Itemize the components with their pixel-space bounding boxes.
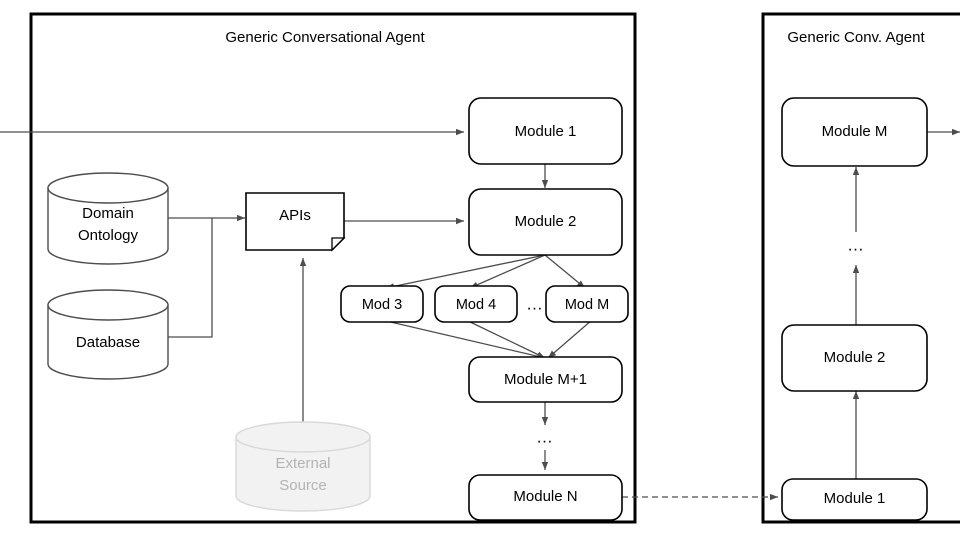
node-domain-ontology-top — [47, 172, 169, 204]
node-database[interactable]: Database — [47, 289, 169, 380]
node-module-m-plus-1-label: Module M+1 — [504, 371, 587, 388]
node-external-source-top — [235, 421, 371, 453]
node-right-module-m[interactable]: Module M — [781, 97, 928, 167]
node-right-module-1-label: Module 1 — [824, 490, 886, 507]
node-mod-m[interactable]: Mod M — [545, 285, 629, 323]
mod-row-ellipsis: … — [526, 294, 544, 313]
architecture-diagram: Generic Conversational Agent Generic Con… — [0, 0, 960, 540]
node-external-source-label-line2: Source — [279, 477, 327, 494]
node-left-module-2[interactable]: Module 2 — [468, 188, 623, 256]
left-panel-title: Generic Conversational Agent — [225, 29, 425, 46]
node-right-module-2-label: Module 2 — [824, 349, 886, 366]
node-mod-4[interactable]: Mod 4 — [434, 285, 518, 323]
node-mod-4-label: Mod 4 — [456, 297, 496, 313]
node-external-source[interactable]: External Source — [235, 421, 371, 512]
node-module-m-plus-1[interactable]: Module M+1 — [468, 356, 623, 403]
node-apis-label: APIs — [279, 207, 311, 224]
node-mod-3-label: Mod 3 — [362, 297, 402, 313]
node-mod-3[interactable]: Mod 3 — [340, 285, 424, 323]
node-left-module-1[interactable]: Module 1 — [468, 97, 623, 165]
node-apis[interactable]: APIs — [245, 192, 346, 252]
node-database-label: Database — [76, 334, 140, 351]
node-right-module-1[interactable]: Module 1 — [781, 478, 928, 521]
left-chain-ellipsis: … — [536, 427, 554, 446]
node-right-module-m-label: Module M — [822, 123, 888, 140]
node-right-module-2[interactable]: Module 2 — [781, 324, 928, 392]
node-domain-ontology-label-line1: Domain — [82, 205, 134, 222]
node-left-module-1-label: Module 1 — [515, 123, 577, 140]
diagram-canvas: Generic Conversational Agent Generic Con… — [0, 12, 960, 524]
node-domain-ontology-label-line2: Ontology — [78, 227, 139, 244]
node-module-n-label: Module N — [513, 488, 577, 505]
right-panel-frame — [761, 12, 960, 524]
node-left-module-2-label: Module 2 — [515, 213, 577, 230]
node-domain-ontology[interactable]: Domain Ontology — [47, 172, 169, 265]
node-module-n[interactable]: Module N — [468, 474, 623, 521]
node-database-top — [47, 289, 169, 321]
node-mod-m-label: Mod M — [565, 297, 609, 313]
right-chain-ellipsis: … — [847, 235, 865, 254]
node-external-source-label-line1: External — [275, 455, 330, 472]
right-panel-title: Generic Conv. Agent — [787, 29, 925, 46]
